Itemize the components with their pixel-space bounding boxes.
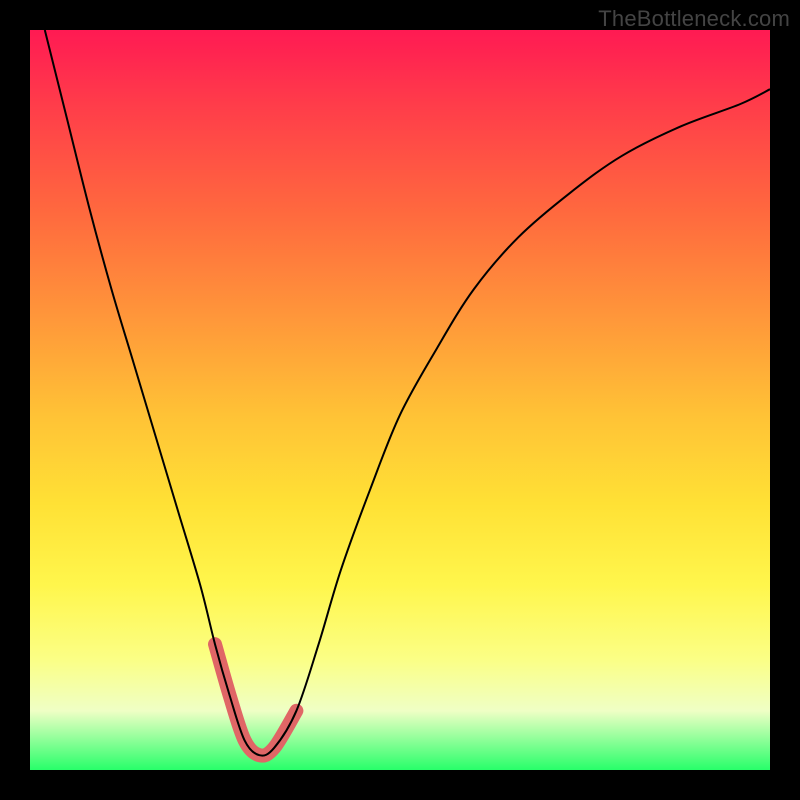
plot-area — [30, 30, 770, 770]
watermark-text: TheBottleneck.com — [598, 6, 790, 32]
chart-frame: TheBottleneck.com — [0, 0, 800, 800]
highlight-segment — [215, 644, 296, 755]
curve-svg — [30, 30, 770, 770]
bottleneck-curve — [45, 30, 770, 756]
